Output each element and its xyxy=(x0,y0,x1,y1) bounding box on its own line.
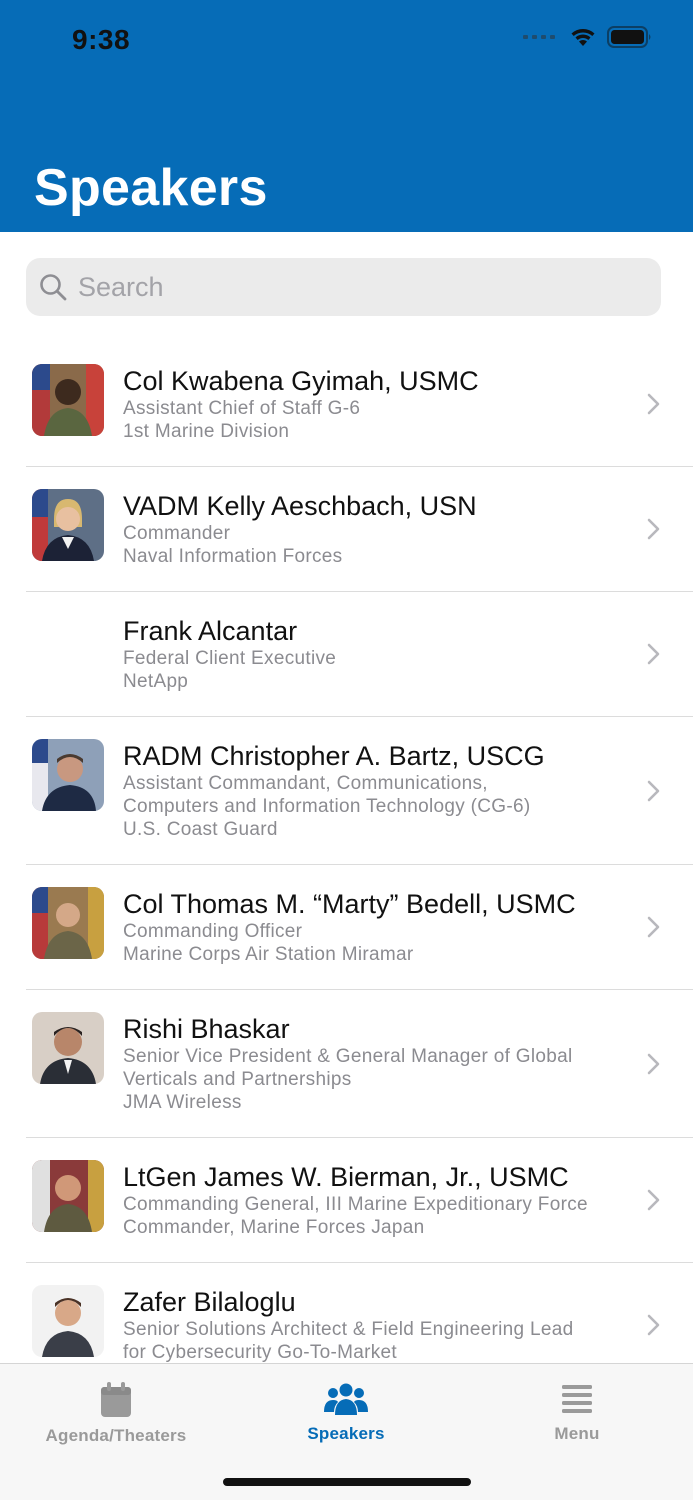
tab-label: Speakers xyxy=(307,1424,385,1443)
people-icon xyxy=(324,1383,368,1415)
speaker-org: 1st Marine Division xyxy=(123,421,290,442)
speaker-name: LtGen James W. Bierman, Jr., USMC xyxy=(123,1162,569,1192)
speaker-row[interactable]: Rishi Bhaskar Senior Vice President & Ge… xyxy=(26,990,693,1138)
speaker-row[interactable]: RADM Christopher A. Bartz, USCG Assistan… xyxy=(26,717,693,865)
wifi-icon xyxy=(571,29,595,46)
chevron-right-icon xyxy=(647,780,660,801)
chevron-right-icon xyxy=(647,1053,660,1074)
speaker-title: Verticals and Partnerships xyxy=(123,1069,352,1090)
chevron-right-icon xyxy=(647,1189,660,1211)
speaker-row[interactable]: LtGen James W. Bierman, Jr., USMC Comman… xyxy=(26,1138,693,1263)
speaker-row[interactable]: Zafer Bilaloglu Senior Solutions Archite… xyxy=(26,1263,693,1363)
speaker-org: Naval Information Forces xyxy=(123,546,343,567)
chevron-right-icon xyxy=(647,916,660,938)
speaker-title: for Cybersecurity Go-To-Market xyxy=(123,1342,398,1363)
speaker-name: RADM Christopher A. Bartz, USCG xyxy=(123,741,545,771)
speaker-row[interactable]: Col Thomas M. “Marty” Bedell, USMC Comma… xyxy=(26,865,693,990)
speaker-org: Commander, Marine Forces Japan xyxy=(123,1217,425,1238)
tab-speakers[interactable]: Speakers xyxy=(246,1382,446,1444)
speaker-name: Rishi Bhaskar xyxy=(123,1014,290,1044)
speaker-name: Frank Alcantar xyxy=(123,616,298,646)
battery-icon xyxy=(607,26,651,48)
search-icon xyxy=(40,274,67,301)
speaker-row[interactable]: Frank Alcantar Federal Client Executive … xyxy=(26,592,693,717)
speaker-name: VADM Kelly Aeschbach, USN xyxy=(123,491,477,521)
speaker-org: JMA Wireless xyxy=(123,1092,242,1113)
status-indicators xyxy=(523,26,653,48)
speaker-photo xyxy=(32,364,104,436)
speaker-title: Commanding Officer xyxy=(123,921,303,942)
speaker-photo xyxy=(32,489,104,561)
speaker-title: Federal Client Executive xyxy=(123,648,337,669)
signal-icon xyxy=(523,35,555,39)
speaker-org: Marine Corps Air Station Miramar xyxy=(123,944,414,965)
chevron-right-icon xyxy=(647,1314,660,1336)
calendar-icon xyxy=(101,1382,131,1417)
home-indicator[interactable] xyxy=(223,1478,471,1486)
speaker-title: Assistant Chief of Staff G-6 xyxy=(123,398,361,419)
chevron-right-icon xyxy=(647,518,660,540)
speaker-photo xyxy=(32,1285,104,1357)
chevron-right-icon xyxy=(647,643,660,665)
speaker-name: Col Thomas M. “Marty” Bedell, USMC xyxy=(123,889,576,919)
speaker-title: Senior Solutions Architect & Field Engin… xyxy=(123,1319,574,1340)
chevron-right-icon xyxy=(647,393,660,415)
speaker-title: Senior Vice President & General Manager … xyxy=(123,1046,573,1067)
menu-icon xyxy=(562,1385,592,1413)
speaker-name: Zafer Bilaloglu xyxy=(123,1287,296,1317)
tab-label: Agenda/Theaters xyxy=(45,1426,187,1445)
speaker-title: Commanding General, III Marine Expeditio… xyxy=(123,1194,588,1215)
tab-label: Menu xyxy=(554,1424,600,1443)
speaker-photo xyxy=(32,887,104,959)
search-input[interactable] xyxy=(78,271,638,303)
speaker-photo xyxy=(32,1160,104,1232)
speaker-title: Commander xyxy=(123,523,231,544)
speaker-row[interactable]: Col Kwabena Gyimah, USMC Assistant Chief… xyxy=(26,342,693,467)
tab-agenda-theaters[interactable]: Agenda/Theaters xyxy=(16,1382,216,1446)
speaker-photo xyxy=(32,739,104,811)
status-time: 9:38 xyxy=(72,24,131,55)
speaker-org: NetApp xyxy=(123,671,189,692)
speaker-title: Computers and Information Technology (CG… xyxy=(123,796,531,817)
speaker-org: U.S. Coast Guard xyxy=(123,819,278,840)
tab-menu[interactable]: Menu xyxy=(477,1382,677,1444)
speaker-photo xyxy=(32,1012,104,1084)
speaker-row[interactable]: VADM Kelly Aeschbach, USN Commander Nava… xyxy=(26,467,693,592)
page-title: Speakers xyxy=(34,159,268,217)
speaker-title: Assistant Commandant, Communications, xyxy=(123,773,488,794)
speaker-list[interactable]: Col Kwabena Gyimah, USMC Assistant Chief… xyxy=(0,342,693,1363)
search-bar[interactable] xyxy=(26,258,661,316)
header: 9:38 Speakers xyxy=(0,0,693,232)
speaker-name: Col Kwabena Gyimah, USMC xyxy=(123,366,479,396)
